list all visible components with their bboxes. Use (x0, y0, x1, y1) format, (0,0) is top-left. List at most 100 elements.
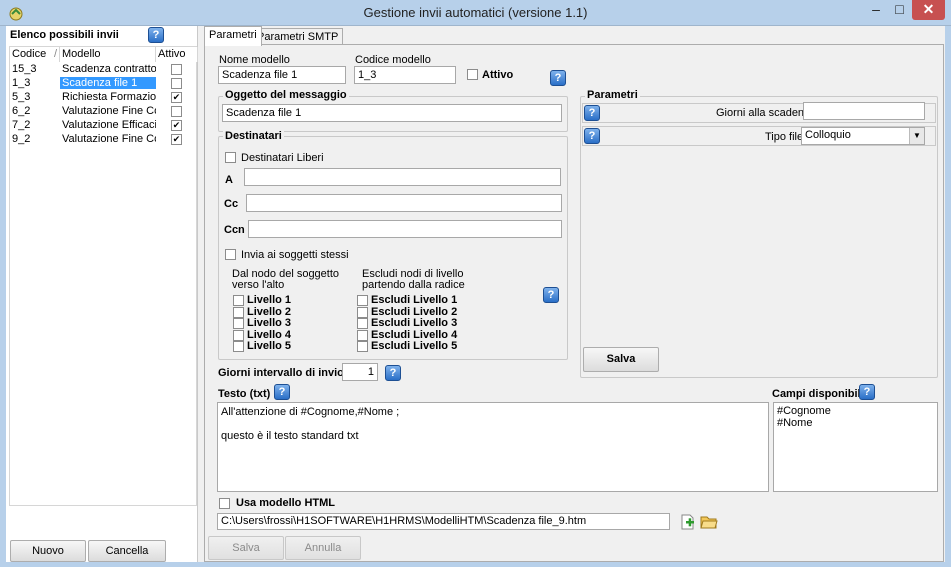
ccn-input[interactable] (248, 220, 562, 238)
livello-checkbox[interactable] (233, 306, 244, 318)
new-button[interactable]: Nuovo (10, 540, 86, 562)
list-row[interactable]: 5_3 Richiesta Formazione ✔ (10, 91, 200, 105)
campi-list[interactable]: #Cognome #Nome (773, 402, 938, 492)
giorni-scadenza-input[interactable] (803, 102, 925, 120)
delete-button[interactable]: Cancella (88, 540, 166, 562)
giorni-intervallo-label: Giorni intervallo di invio (218, 367, 344, 379)
escludi-livello-label: Escludi Livello 1 (371, 294, 458, 306)
livello-label: Livello 1 (247, 294, 292, 306)
column-header-codice[interactable]: Codice / (10, 47, 60, 62)
ccn-label: Ccn (224, 224, 245, 236)
annulla-button[interactable]: Annulla (285, 536, 361, 560)
column-header-modello[interactable]: Modello (60, 47, 156, 62)
escludi-livello-checkbox[interactable] (357, 329, 368, 341)
giorni-intervallo-input[interactable]: 1 (342, 363, 378, 381)
campo-item[interactable]: #Cognome (777, 405, 934, 417)
window-title: Gestione invii automatici (versione 1.1) (363, 5, 588, 20)
nome-modello-input[interactable]: Scadenza file 1 (218, 66, 346, 84)
oggetto-title: Oggetto del messaggio (223, 89, 349, 101)
usa-html-label: Usa modello HTML (236, 497, 336, 509)
help-icon[interactable]: ? (584, 105, 600, 121)
oggetto-input[interactable]: Scadenza file 1 (222, 104, 562, 122)
row-active-checkbox[interactable] (171, 78, 182, 89)
open-folder-icon[interactable] (700, 514, 718, 529)
escludi-livello-checkbox[interactable] (357, 295, 368, 306)
escludi-livello-label: Escludi Livello 5 (371, 340, 458, 352)
escludi-livello-checkbox[interactable] (357, 306, 368, 318)
escludi-livello-label: Escludi Livello 3 (371, 317, 458, 329)
chevron-down-icon[interactable]: ▼ (909, 128, 924, 144)
row-active-checkbox[interactable] (171, 64, 182, 75)
nome-modello-label: Nome modello (219, 54, 290, 66)
invia-soggetti-checkbox[interactable] (225, 249, 236, 260)
list-row[interactable]: 6_2 Valutazione Fine Corso (10, 105, 200, 119)
salva-button[interactable]: Salva (208, 536, 284, 560)
help-icon[interactable]: ? (584, 128, 600, 144)
livello-checkbox[interactable] (233, 318, 244, 329)
destinatari-liberi-label: Destinatari Liberi (241, 152, 324, 164)
livello-label: Livello 2 (247, 305, 292, 318)
destinatari-title: Destinatari (223, 130, 284, 142)
escludi-livello-label: Escludi Livello 4 (371, 328, 458, 341)
livello-checkbox[interactable] (233, 295, 244, 306)
column-header-attivo[interactable]: Attivo (156, 47, 198, 62)
livello-label: Livello 5 (247, 340, 292, 352)
row-code: 6_2 (12, 105, 31, 117)
left-panel: Elenco possibili invii ? Codice / Modell… (6, 26, 198, 562)
destinatari-liberi-checkbox[interactable] (225, 152, 236, 163)
tipo-file-value: Colloquio (805, 129, 851, 141)
row-code: 9_2 (12, 133, 31, 145)
escludi-livello-checkbox[interactable] (357, 341, 368, 352)
list-row[interactable]: 1_3 Scadenza file 1 (10, 77, 200, 91)
tab-parametri[interactable]: Parametri (204, 26, 262, 46)
parametri-title: Parametri (585, 89, 640, 101)
tipo-file-label: Tipo file (765, 131, 804, 143)
help-icon[interactable]: ? (543, 287, 559, 303)
list-row[interactable]: 9_2 Valutazione Fine Corso ✔ (10, 133, 200, 147)
row-active-checkbox[interactable]: ✔ (171, 120, 182, 131)
row-model: Scadenza file 1 (60, 77, 156, 89)
attivo-checkbox[interactable] (467, 69, 478, 80)
list-row[interactable]: 7_2 Valutazione Efficacia C ✔ (10, 119, 200, 133)
row-code: 15_3 (12, 63, 37, 75)
testo-line: questo è il testo standard txt (221, 430, 359, 442)
row-model: Richiesta Formazione (62, 91, 156, 103)
html-path-input[interactable]: C:\Users\frossi\H1SOFTWARE\H1HRMS\Modell… (217, 513, 670, 530)
left-panel-title: Elenco possibili invii (10, 29, 119, 41)
codice-modello-input[interactable]: 1_3 (354, 66, 456, 84)
help-icon[interactable]: ? (550, 70, 566, 86)
a-input[interactable] (244, 168, 561, 186)
escludi-livello-checkbox[interactable] (357, 318, 368, 329)
campo-item[interactable]: #Nome (777, 417, 934, 429)
list-row[interactable]: 15_3 Scadenza contratto 1 (10, 63, 200, 77)
cc-input[interactable] (246, 194, 562, 212)
campi-label: Campi disponibili (772, 388, 864, 400)
row-model: Valutazione Efficacia C (62, 119, 156, 131)
livello-label: Livello 4 (247, 328, 292, 341)
parametri-salva-button[interactable]: Salva (583, 347, 659, 372)
attivo-label: Attivo (482, 69, 514, 81)
livello-checkbox[interactable] (233, 329, 244, 341)
row-active-checkbox[interactable]: ✔ (171, 92, 182, 103)
testo-label: Testo (txt) (218, 388, 271, 400)
help-icon[interactable]: ? (859, 384, 875, 400)
help-icon[interactable]: ? (148, 27, 164, 43)
codice-modello-label: Codice modello (355, 54, 431, 66)
close-button[interactable]: ✕ (912, 0, 945, 20)
usa-html-checkbox[interactable] (219, 498, 230, 509)
livello-checkbox[interactable] (233, 341, 244, 352)
title-bar: Gestione invii automatici (versione 1.1)… (0, 0, 951, 26)
help-icon[interactable]: ? (385, 365, 401, 381)
testo-textarea[interactable]: All'attenzione di #Cognome,#Nome ; quest… (217, 402, 769, 492)
help-icon[interactable]: ? (274, 384, 290, 400)
window-client: Elenco possibili invii ? Codice / Modell… (6, 26, 945, 562)
row-active-checkbox[interactable] (171, 106, 182, 117)
row-active-checkbox[interactable]: ✔ (171, 134, 182, 145)
minimize-button[interactable]: – (862, 0, 890, 20)
models-list[interactable]: Codice / Modello Attivo 15_3 Scadenza con… (9, 46, 200, 506)
maximize-button[interactable]: □ (887, 0, 912, 20)
escludi-nodi-label-2: partendo dalla radice (362, 279, 465, 291)
tipo-file-select[interactable]: Colloquio ▼ (801, 127, 925, 145)
row-model: Valutazione Fine Corso (62, 133, 156, 145)
add-file-icon[interactable] (681, 514, 695, 530)
